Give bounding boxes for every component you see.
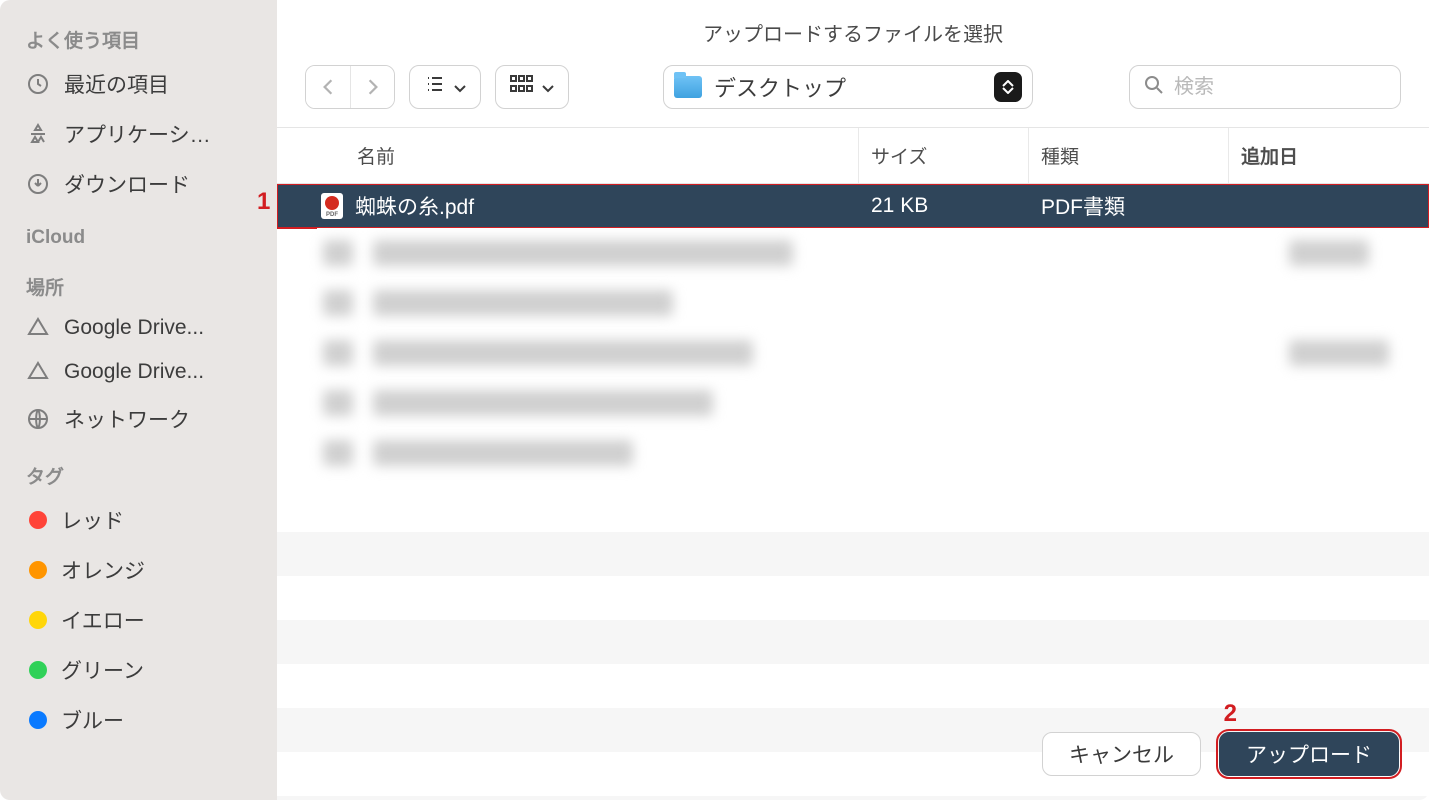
column-size[interactable]: サイズ [859, 128, 1029, 183]
tag-dot-icon [29, 611, 47, 629]
sidebar-tag-orange[interactable]: オレンジ [0, 545, 277, 595]
tag-dot-icon [29, 711, 47, 729]
main-panel: アップロードするファイルを選択 [277, 0, 1429, 800]
file-kind: PDF書類 [1029, 191, 1229, 221]
column-kind[interactable]: 種類 [1029, 128, 1229, 183]
sidebar-section-tags: タグ [0, 444, 277, 495]
location-label: デスクトップ [714, 71, 982, 103]
drive-icon [26, 316, 50, 340]
file-row[interactable]: PDF 蜘蛛の糸.pdf 21 KB PDF書類 [277, 184, 1429, 228]
folder-icon [674, 76, 702, 98]
chevron-down-icon [454, 76, 466, 99]
search-box[interactable] [1129, 65, 1401, 109]
annotation-2: 2 [1224, 700, 1237, 728]
sidebar-item-label: ネットワーク [64, 404, 190, 434]
sidebar-tag-red[interactable]: レッド [0, 495, 277, 545]
sidebar-item-label: Google Drive... [64, 360, 204, 384]
view-list-button[interactable] [409, 65, 481, 109]
drive-icon [26, 360, 50, 384]
sidebar-tag-blue[interactable]: ブルー [0, 695, 277, 745]
column-name[interactable]: 名前 [317, 128, 859, 183]
tag-dot-icon [29, 661, 47, 679]
upload-button[interactable]: アップロード [1219, 732, 1399, 776]
grid-icon [510, 75, 534, 99]
clock-icon [26, 72, 50, 96]
search-input[interactable] [1174, 76, 1386, 99]
sidebar-item-applications[interactable]: アプリケーシ… [0, 109, 277, 159]
sidebar-item-label: アプリケーシ… [64, 119, 211, 149]
sidebar-item-network[interactable]: ネットワーク [0, 394, 277, 444]
column-date[interactable]: 追加日 [1229, 128, 1429, 183]
sidebar-item-label: Google Drive... [64, 316, 204, 340]
tag-dot-icon [29, 511, 47, 529]
location-select[interactable]: デスクトップ [663, 65, 1033, 109]
sidebar-tag-green[interactable]: グリーン [0, 645, 277, 695]
sidebar: よく使う項目 最近の項目 アプリケーシ… ダウンロード iCloud 場所 [0, 0, 277, 800]
sidebar-item-downloads[interactable]: ダウンロード [0, 159, 277, 209]
location-stepper-icon [994, 72, 1022, 102]
sidebar-item-label: ダウンロード [64, 169, 190, 199]
blurred-rows [277, 228, 1429, 488]
tag-dot-icon [29, 561, 47, 579]
pdf-file-icon: PDF [321, 193, 343, 219]
forward-button[interactable] [350, 66, 394, 108]
dialog-title: アップロードするファイルを選択 [277, 0, 1429, 55]
annotation-1: 1 [257, 188, 270, 216]
toolbar: デスクトップ [277, 55, 1429, 128]
group-button[interactable] [495, 65, 569, 109]
back-button[interactable] [306, 66, 350, 108]
sidebar-item-label: ブルー [61, 705, 124, 735]
file-size: 21 KB [859, 194, 1029, 218]
apps-icon [26, 122, 50, 146]
sidebar-item-label: 最近の項目 [64, 69, 169, 99]
sidebar-item-label: オレンジ [61, 555, 145, 585]
download-icon [26, 172, 50, 196]
sidebar-item-label: グリーン [61, 655, 144, 685]
sidebar-item-label: レッド [61, 505, 124, 535]
sidebar-section-icloud: iCloud [0, 209, 277, 255]
chevron-down-icon [542, 76, 554, 99]
footer: キャンセル アップロード [1042, 732, 1399, 776]
sidebar-tag-yellow[interactable]: イエロー [0, 595, 277, 645]
globe-icon [26, 407, 50, 431]
sidebar-section-favorites: よく使う項目 [0, 16, 277, 59]
search-icon [1144, 75, 1164, 100]
nav-group [305, 65, 395, 109]
sidebar-item-gdrive-2[interactable]: Google Drive... [0, 350, 277, 394]
file-list: PDF 蜘蛛の糸.pdf 21 KB PDF書類 [277, 184, 1429, 800]
file-name: 蜘蛛の糸.pdf [355, 191, 474, 221]
cancel-button[interactable]: キャンセル [1042, 732, 1201, 776]
sidebar-section-locations: 場所 [0, 255, 277, 306]
list-icon [424, 75, 446, 99]
sidebar-item-recents[interactable]: 最近の項目 [0, 59, 277, 109]
column-headers: 名前 サイズ 種類 追加日 [277, 128, 1429, 184]
sidebar-item-gdrive-1[interactable]: Google Drive... [0, 306, 277, 350]
sidebar-item-label: イエロー [61, 605, 145, 635]
